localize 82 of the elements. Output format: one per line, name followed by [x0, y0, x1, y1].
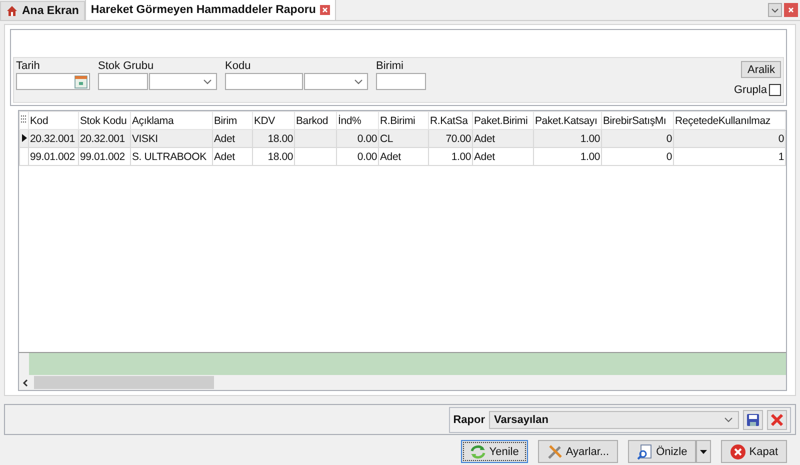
table-cell: 0.00 — [336, 130, 378, 148]
table-cell: Adet — [472, 148, 534, 166]
filter-label: Stok Grubu — [98, 60, 155, 73]
table-cell: 99.01.002 — [28, 148, 78, 166]
tools-icon — [546, 444, 563, 460]
table-cell: Adet — [472, 130, 534, 148]
house-icon — [6, 5, 18, 17]
chevron-icon — [724, 416, 733, 422]
chevron-icon — [203, 78, 212, 84]
table-cell: 0 — [602, 148, 674, 166]
close-icon[interactable] — [784, 3, 798, 17]
chevron-icon — [354, 78, 363, 84]
cross-icon — [770, 412, 784, 426]
table-cell: 20.32.001 — [28, 130, 78, 148]
column-header[interactable]: Kod — [28, 112, 78, 130]
range-button[interactable]: Aralik — [741, 61, 781, 78]
table-cell: Adet — [378, 148, 428, 166]
column-header[interactable]: Stok Kodu — [78, 112, 130, 130]
save-button[interactable] — [743, 410, 763, 430]
settings-button[interactable]: Ayarlar... — [538, 440, 618, 463]
close-button[interactable]: Kapat — [721, 440, 787, 463]
report-label: Rapor — [453, 414, 485, 426]
dropdown-field[interactable] — [304, 73, 368, 90]
column-header[interactable]: Paket.Katsayı — [534, 112, 602, 130]
close-icon — [730, 444, 746, 460]
checkbox-label: Grupla — [734, 84, 767, 96]
column-header[interactable]: Açıklama — [130, 112, 212, 130]
filter-label: Birimi — [376, 60, 404, 73]
magnifier-document-icon — [637, 444, 654, 460]
refresh-icon — [470, 444, 486, 458]
report-dropdown[interactable]: Varsayılan — [489, 410, 739, 428]
table-cell: 1.00 — [534, 148, 602, 166]
dropdown-field[interactable] — [149, 73, 217, 90]
table-cell: S. ULTRABOOK — [130, 148, 212, 166]
column-chooser-icon[interactable] — [21, 114, 27, 124]
table-cell: 18.00 — [252, 148, 294, 166]
table-cell — [294, 130, 336, 148]
table-cell: Adet — [212, 148, 252, 166]
refresh-button[interactable]: Yenile — [461, 440, 528, 463]
column-header[interactable]: Birim — [212, 112, 252, 130]
table-cell: 0.00 — [336, 148, 378, 166]
table-cell: 1.00 — [428, 148, 472, 166]
floppy-icon — [746, 412, 760, 426]
table-cell: 0 — [602, 130, 674, 148]
column-header[interactable]: Paket.Birimi — [472, 112, 534, 130]
input-field[interactable] — [225, 73, 303, 90]
column-header[interactable]: R.Birimi — [378, 112, 428, 130]
table-cell: 99.01.002 — [78, 148, 130, 166]
column-header[interactable]: ReçetedeKullanılmaz — [674, 112, 786, 130]
tab[interactable]: Ana Ekran — [0, 1, 85, 20]
dropdown-button[interactable] — [696, 440, 712, 463]
date-field[interactable] — [16, 73, 90, 90]
row-indicator-cell — [19, 353, 29, 375]
preview-button[interactable]: Önizle — [628, 440, 696, 463]
delete-button[interactable] — [767, 410, 787, 430]
input-field[interactable] — [376, 73, 426, 90]
table-cell: CL — [378, 130, 428, 148]
column-header[interactable]: İnd% — [336, 112, 378, 130]
column-header[interactable]: R.KatSa — [428, 112, 472, 130]
table-cell: 0 — [674, 130, 786, 148]
column-header[interactable]: BirebirSatışMı — [602, 112, 674, 130]
filter-label: Tarih — [16, 60, 41, 73]
table-cell: VISKI — [130, 130, 212, 148]
calendar-icon[interactable] — [74, 74, 88, 88]
filter-label: Kodu — [225, 60, 252, 73]
dropdown-icon[interactable] — [768, 3, 782, 17]
table-cell: 20.32.001 — [78, 130, 130, 148]
table-cell: Adet — [212, 130, 252, 148]
horizontal-scrollbar[interactable] — [19, 375, 786, 390]
close-icon[interactable] — [320, 5, 330, 15]
row-pointer-icon — [22, 134, 26, 142]
checkbox[interactable] — [769, 84, 781, 96]
column-header[interactable]: Barkod — [294, 112, 336, 130]
table-cell: 18.00 — [252, 130, 294, 148]
table-cell — [294, 148, 336, 166]
input-field[interactable] — [98, 73, 148, 90]
table-cell: 70.00 — [428, 130, 472, 148]
column-header[interactable]: KDV — [252, 112, 294, 130]
table-cell: 1 — [674, 148, 786, 166]
table-cell: 1.00 — [534, 130, 602, 148]
tab[interactable]: Hareket Görmeyen Hammaddeler Raporu — [84, 0, 336, 20]
caret-icon — [700, 450, 708, 454]
